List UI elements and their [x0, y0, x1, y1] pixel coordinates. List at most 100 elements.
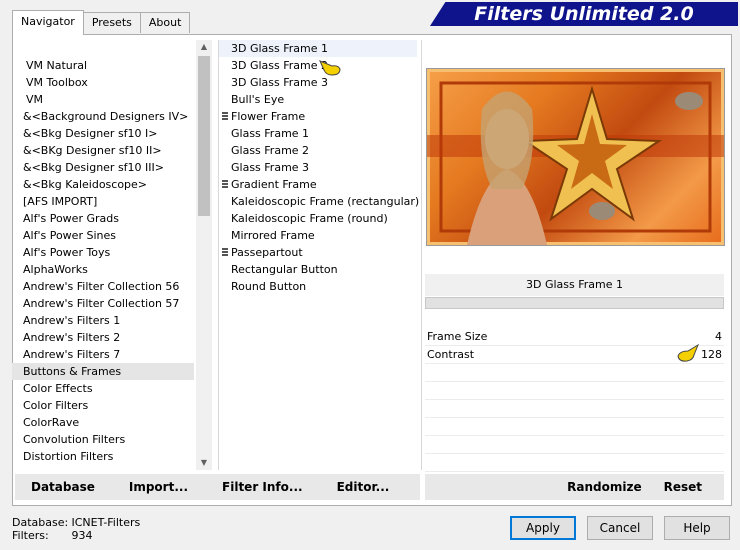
filter-item-label: 3D Glass Frame 1: [231, 42, 329, 55]
category-item[interactable]: ColorRave: [12, 414, 194, 431]
preview-divider: [421, 40, 422, 470]
category-item[interactable]: Convolution Filters: [12, 431, 194, 448]
filter-item-label: Rectangular Button: [231, 263, 338, 276]
param-row-empty: [425, 382, 724, 400]
filter-preview-image: [426, 68, 725, 246]
help-button[interactable]: Help: [664, 516, 730, 540]
filter-item[interactable]: Flower Frame: [219, 108, 417, 125]
param-name: Frame Size: [427, 330, 488, 343]
scroll-up-icon[interactable]: ▲: [196, 40, 212, 54]
param-row-empty: [425, 418, 724, 436]
param-name: Contrast: [427, 348, 475, 361]
category-list[interactable]: VM Natural VM Toolbox VM &<Background Desig…: [12, 40, 194, 470]
filter-item[interactable]: Kaleidoscopic Frame (round): [219, 210, 417, 227]
filter-item[interactable]: Gradient Frame: [219, 176, 417, 193]
randomize-button[interactable]: Randomize: [567, 480, 641, 494]
status-database-value: ICNET-Filters: [71, 516, 141, 529]
category-scrollbar[interactable]: ▲ ▼: [196, 40, 212, 470]
tab-navigator[interactable]: Navigator: [12, 10, 84, 35]
filter-item-label: 3D Glass Frame 2: [231, 59, 329, 72]
category-item[interactable]: Andrew's Filter Collection 56: [12, 278, 194, 295]
param-row-empty: [425, 454, 724, 472]
category-item[interactable]: Color Effects: [12, 380, 194, 397]
category-item[interactable]: Alf's Power Sines: [12, 227, 194, 244]
folder-marker-icon: [222, 248, 228, 257]
filter-item[interactable]: Glass Frame 3: [219, 159, 417, 176]
status-filters-row: Filters: 934: [12, 529, 140, 542]
category-item[interactable]: VM: [12, 91, 194, 108]
filter-item[interactable]: Kaleidoscopic Frame (rectangular): [219, 193, 420, 210]
category-item[interactable]: Alf's Power Grads: [12, 210, 194, 227]
param-value: 128: [701, 348, 722, 361]
filter-item[interactable]: 3D Glass Frame 1: [219, 40, 417, 57]
filter-item-label: Glass Frame 2: [231, 144, 310, 157]
filter-item-label: Mirrored Frame: [231, 229, 315, 242]
filter-item-label: Round Button: [231, 280, 307, 293]
status-area: Database: ICNET-Filters Filters: 934: [12, 516, 140, 542]
category-item[interactable]: &<Bkg Designer sf10 I>: [12, 125, 194, 142]
status-filters-label: Filters:: [12, 529, 49, 542]
filter-item-label: Glass Frame 1: [231, 127, 310, 140]
filter-item-label: Glass Frame 3: [231, 161, 310, 174]
category-item[interactable]: Andrew's Filter Collection 57: [12, 295, 194, 312]
pointing-hand-icon: [677, 343, 700, 362]
reset-button[interactable]: Reset: [664, 480, 702, 494]
tab-presets[interactable]: Presets: [82, 12, 141, 33]
category-item[interactable]: &<Background Designers IV>: [12, 108, 194, 125]
filter-item[interactable]: Passepartout: [219, 244, 417, 261]
database-button[interactable]: Database: [31, 480, 95, 494]
category-item[interactable]: &<Bkg Kaleidoscope>: [12, 176, 194, 193]
selected-filter-name: 3D Glass Frame 1: [425, 274, 724, 296]
category-item[interactable]: [AFS IMPORT]: [12, 193, 194, 210]
tab-about[interactable]: About: [139, 12, 191, 33]
param-row-empty: [425, 364, 724, 382]
status-database-row: Database: ICNET-Filters: [12, 516, 140, 529]
param-value: 4: [715, 330, 722, 343]
category-item[interactable]: VM Toolbox: [12, 74, 194, 91]
filter-progress-bar: [425, 297, 724, 309]
filter-item[interactable]: Bull's Eye: [219, 91, 417, 108]
category-item[interactable]: Buttons & Frames: [12, 363, 194, 380]
filter-item[interactable]: Rectangular Button: [219, 261, 417, 278]
filter-item-label: Passepartout: [231, 246, 303, 259]
app-title-banner: Filters Unlimited 2.0: [430, 2, 738, 26]
category-item[interactable]: Alf's Power Toys: [12, 244, 194, 261]
filter-item[interactable]: Glass Frame 2: [219, 142, 417, 159]
category-item[interactable]: &<Bkg Designer sf10 III>: [12, 159, 194, 176]
category-item[interactable]: Andrew's Filters 1: [12, 312, 194, 329]
filter-list[interactable]: 3D Glass Frame 1 3D Glass Frame 2 3D Glass…: [219, 40, 420, 470]
editor-button[interactable]: Editor...: [337, 480, 390, 494]
database-toolbar: Database Import... Filter Info... Editor…: [15, 474, 420, 500]
folder-marker-icon: [222, 112, 228, 121]
parameter-toolbar: Randomize Reset: [425, 474, 724, 500]
folder-marker-icon: [222, 180, 228, 189]
param-row-empty: [425, 436, 724, 454]
category-item[interactable]: VM Natural: [12, 57, 194, 74]
apply-button[interactable]: Apply: [510, 516, 576, 540]
filter-item-label: 3D Glass Frame 3: [231, 76, 329, 89]
tab-strip: Navigator Presets About: [12, 10, 191, 35]
category-item[interactable]: &<BKg Designer sf10 II>: [12, 142, 194, 159]
category-item[interactable]: Andrew's Filters 2: [12, 329, 194, 346]
filter-item[interactable]: Mirrored Frame: [219, 227, 417, 244]
param-row-empty: [425, 400, 724, 418]
cancel-button[interactable]: Cancel: [587, 516, 653, 540]
status-filters-value: 934: [71, 529, 93, 542]
filter-item[interactable]: Glass Frame 1: [219, 125, 417, 142]
pointing-hand-icon: [319, 60, 341, 76]
status-database-label: Database:: [12, 516, 69, 529]
category-item[interactable]: Color Filters: [12, 397, 194, 414]
category-item[interactable]: Andrew's Filters 7: [12, 346, 194, 363]
filter-item[interactable]: Round Button: [219, 278, 417, 295]
filter-item-label: Kaleidoscopic Frame (rectangular): [231, 195, 420, 208]
filter-item-label: Gradient Frame: [231, 178, 317, 191]
filter-info-button[interactable]: Filter Info...: [222, 480, 303, 494]
scroll-thumb[interactable]: [198, 56, 210, 216]
scroll-down-icon[interactable]: ▼: [196, 456, 212, 470]
import-button[interactable]: Import...: [129, 480, 188, 494]
category-item[interactable]: Distortion Filters: [12, 448, 194, 465]
category-item[interactable]: AlphaWorks: [12, 261, 194, 278]
filter-item-label: Bull's Eye: [231, 93, 285, 106]
filter-item-label: Kaleidoscopic Frame (round): [231, 212, 388, 225]
